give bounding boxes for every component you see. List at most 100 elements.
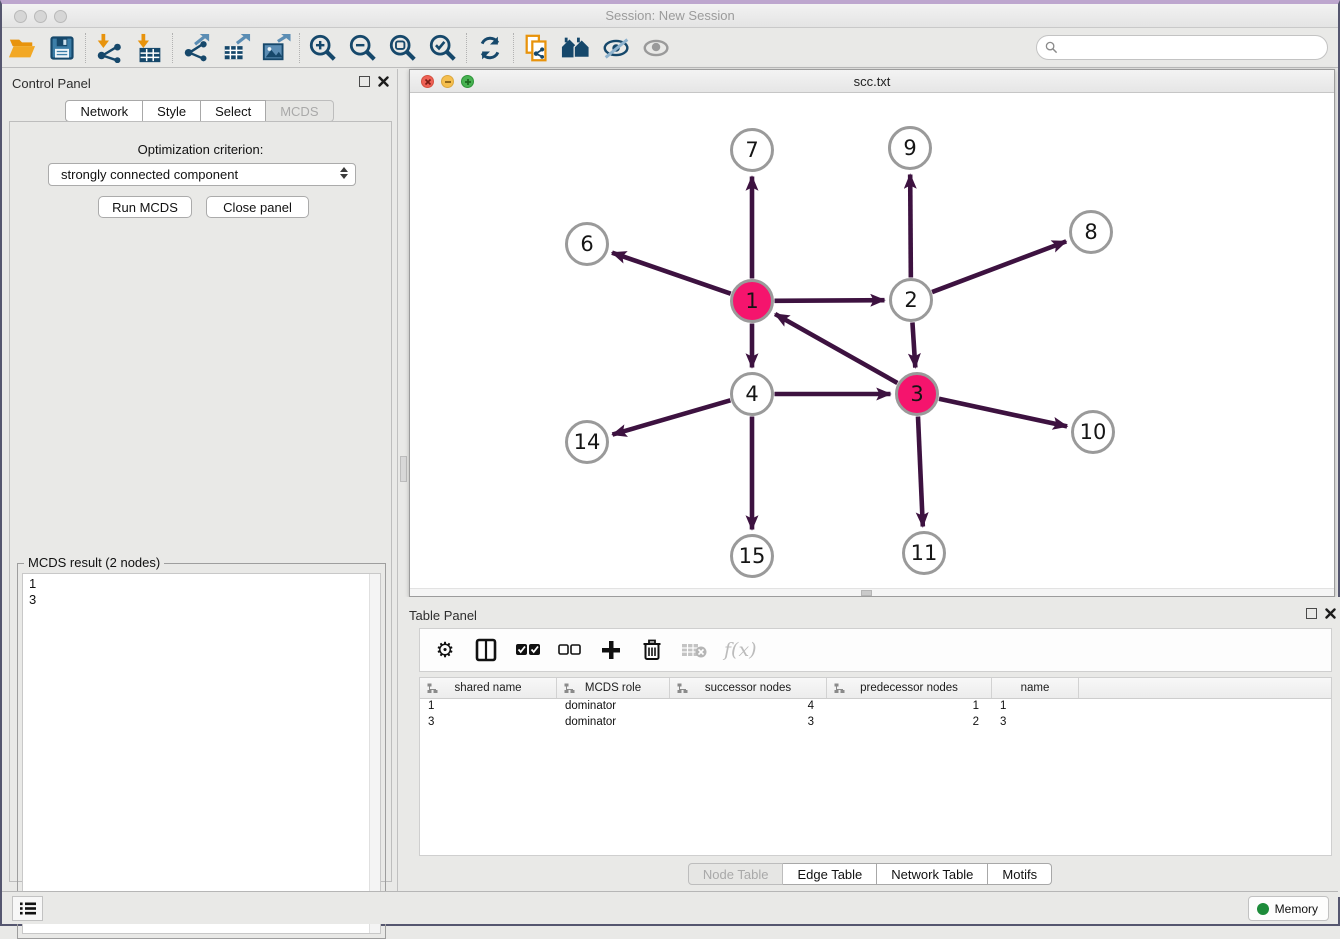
tab-edge-table[interactable]: Edge Table	[783, 863, 877, 885]
column-header-shared-name[interactable]: shared name	[420, 678, 557, 698]
open-session-button[interactable]	[2, 31, 42, 65]
tab-style[interactable]: Style	[143, 100, 201, 122]
export-image-button[interactable]	[256, 31, 296, 65]
table-row[interactable]: 3dominator323	[420, 715, 1331, 731]
tab-node-table[interactable]: Node Table	[688, 863, 784, 885]
search-input[interactable]	[1036, 35, 1328, 60]
tab-select[interactable]: Select	[201, 100, 266, 122]
node-6[interactable]: 6	[567, 224, 608, 265]
zoom-in-button[interactable]	[303, 31, 343, 65]
edge-1-2[interactable]	[774, 300, 884, 301]
status-bar: Memory	[2, 891, 1338, 924]
mcds-result-textarea[interactable]: 1 3	[22, 573, 381, 934]
column-header-mcds-role[interactable]: MCDS role	[557, 678, 670, 698]
edge-2-3[interactable]	[912, 322, 915, 367]
cell-mcds-role[interactable]: dominator	[557, 699, 670, 715]
edge-3-11[interactable]	[918, 416, 923, 526]
edge-2-8[interactable]	[932, 241, 1066, 292]
network-from-selection-button[interactable]	[517, 31, 557, 65]
tab-network-table[interactable]: Network Table	[877, 863, 988, 885]
table-panel-tabs: Node TableEdge TableNetwork TableMotifs	[398, 863, 1340, 885]
node-11[interactable]: 11	[904, 533, 945, 574]
save-session-button[interactable]	[42, 31, 82, 65]
table-panel: Table Panel ⚙	[398, 597, 1340, 897]
tab-mcds[interactable]: MCDS	[266, 100, 333, 122]
node-8[interactable]: 8	[1071, 212, 1112, 253]
show-columns-button[interactable]	[474, 638, 498, 662]
zoom-selected-button[interactable]	[423, 31, 463, 65]
eye-slash-icon	[601, 34, 633, 62]
edge-4-14[interactable]	[612, 400, 730, 434]
cell-name[interactable]: 1	[992, 699, 1079, 715]
trash-icon	[642, 639, 662, 661]
import-table-button[interactable]	[129, 31, 169, 65]
show-details-button[interactable]	[637, 31, 677, 65]
network-scroll-handle[interactable]	[861, 590, 872, 596]
create-column-button[interactable]	[599, 640, 623, 660]
cell-name[interactable]: 3	[992, 715, 1079, 731]
import-network-icon	[94, 33, 124, 63]
node-4[interactable]: 4	[732, 374, 773, 415]
documents-share-icon	[522, 33, 552, 63]
import-network-button[interactable]	[89, 31, 129, 65]
cell-successor-nodes[interactable]: 3	[670, 715, 827, 731]
columns-icon	[475, 638, 497, 662]
checked-boxes-icon	[515, 643, 541, 657]
node-2[interactable]: 2	[891, 280, 932, 321]
mcds-result-scrollbar[interactable]	[369, 574, 380, 933]
float-panel-icon[interactable]	[1306, 608, 1317, 619]
hide-details-button[interactable]	[597, 31, 637, 65]
node-15[interactable]: 15	[732, 536, 773, 577]
run-mcds-button[interactable]: Run MCDS	[98, 196, 192, 218]
cell-mcds-role[interactable]: dominator	[557, 715, 670, 731]
deselect-all-columns-button[interactable]	[558, 644, 582, 656]
column-header-name[interactable]: name	[992, 678, 1079, 698]
table-row[interactable]: 1dominator411	[420, 699, 1331, 715]
network-canvas[interactable]: 1 2 3 4 6 7 8 9 10 11 14 15	[410, 93, 1334, 589]
delete-column-button[interactable]	[640, 639, 664, 661]
cell-predecessor-nodes[interactable]: 1	[827, 699, 992, 715]
refresh-icon	[476, 34, 504, 62]
memory-button[interactable]: Memory	[1248, 896, 1329, 921]
cell-predecessor-nodes[interactable]: 2	[827, 715, 992, 731]
floppy-icon	[48, 34, 76, 62]
cell-shared-name[interactable]: 3	[420, 715, 557, 731]
panel-splitter-handle[interactable]	[400, 456, 407, 482]
close-panel-button[interactable]: Close panel	[206, 196, 309, 218]
function-builder-button[interactable]: f(x)	[724, 639, 757, 661]
zoom-fit-button[interactable]	[383, 31, 423, 65]
export-network-button[interactable]	[176, 31, 216, 65]
network-window-titlebar[interactable]: scc.txt	[410, 70, 1334, 93]
float-panel-icon[interactable]	[359, 76, 370, 87]
unchecked-boxes-icon	[558, 644, 582, 656]
first-neighbors-button[interactable]	[557, 31, 597, 65]
table-settings-button[interactable]: ⚙	[433, 640, 457, 660]
tab-motifs[interactable]: Motifs	[988, 863, 1052, 885]
node-9[interactable]: 9	[890, 128, 931, 169]
optimization-criterion-select[interactable]: strongly connected component	[48, 163, 356, 186]
delete-table-button[interactable]	[681, 641, 707, 659]
node-1[interactable]: 1	[732, 281, 773, 322]
node-7[interactable]: 7	[732, 130, 773, 171]
edge-2-9[interactable]	[910, 174, 911, 277]
cell-shared-name[interactable]: 1	[420, 699, 557, 715]
cell-successor-nodes[interactable]: 4	[670, 699, 827, 715]
column-header-successor-nodes[interactable]: successor nodes	[670, 678, 827, 698]
refresh-layout-button[interactable]	[470, 31, 510, 65]
optimization-criterion-label: Optimization criterion:	[10, 142, 391, 157]
edge-3-1[interactable]	[775, 314, 897, 383]
node-10[interactable]: 10	[1073, 412, 1114, 453]
export-table-button[interactable]	[216, 31, 256, 65]
select-all-columns-button[interactable]	[515, 643, 541, 657]
close-panel-icon[interactable]	[378, 76, 389, 87]
column-header-predecessor-nodes[interactable]: predecessor nodes	[827, 678, 992, 698]
tab-network[interactable]: Network	[65, 100, 143, 122]
edge-3-10[interactable]	[939, 399, 1067, 427]
task-history-button[interactable]	[12, 896, 43, 921]
edge-1-6[interactable]	[612, 253, 731, 294]
node-3[interactable]: 3	[897, 374, 938, 415]
node-14[interactable]: 14	[567, 422, 608, 463]
close-panel-icon[interactable]	[1325, 608, 1336, 619]
window-title: Session: New Session	[2, 8, 1338, 23]
zoom-out-button[interactable]	[343, 31, 383, 65]
